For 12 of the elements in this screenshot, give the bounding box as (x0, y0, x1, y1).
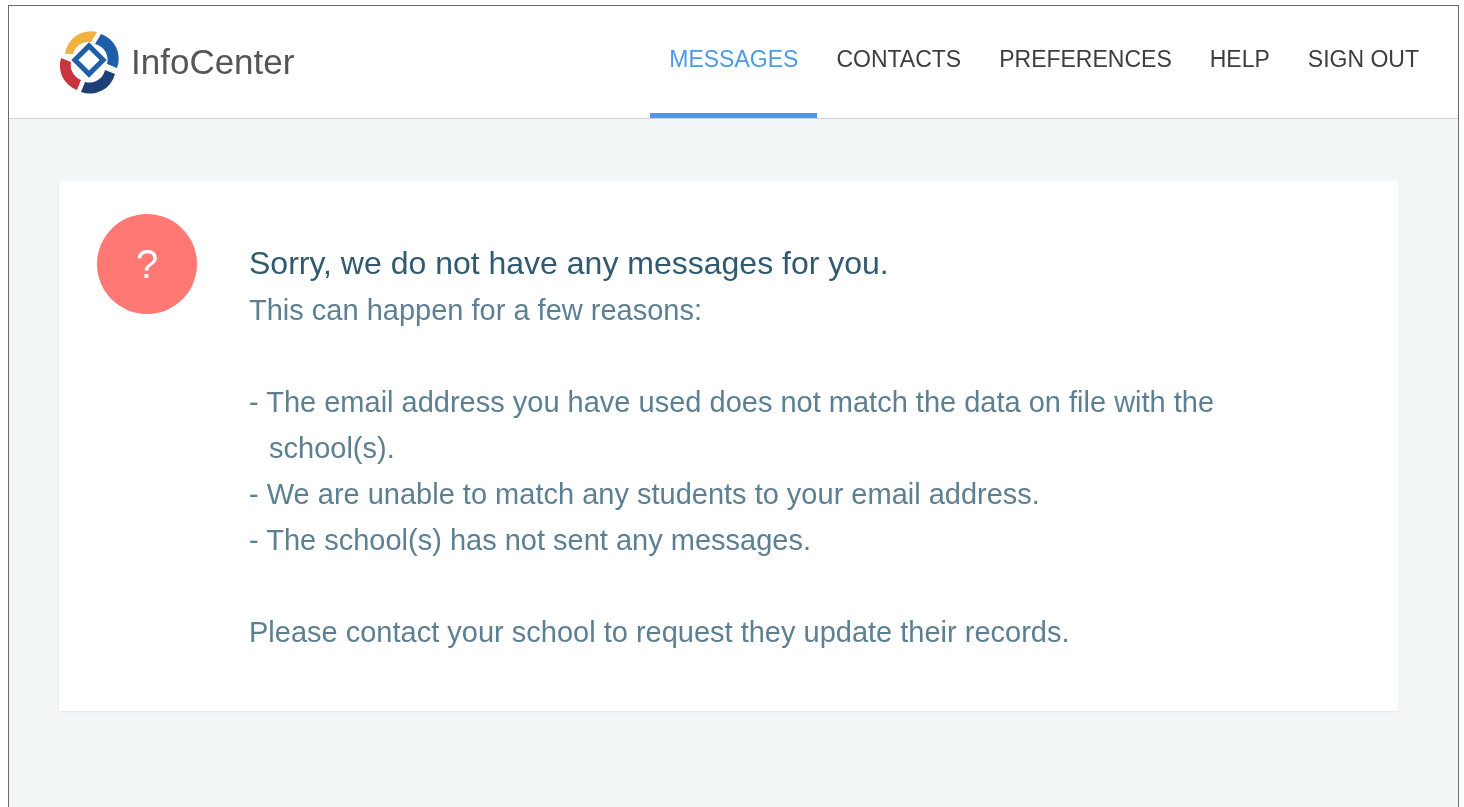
intro-text: This can happen for a few reasons: (249, 293, 703, 328)
closing-text: Please contact your school to request they update their records. (249, 615, 1071, 650)
nav-tab[interactable]: PREFERENCES (980, 6, 1191, 118)
reason-item: - The school(s) has not sent any messages. (249, 523, 813, 558)
notice-title: Sorry, we do not have any messages for you. (249, 244, 890, 283)
nav-tab[interactable]: HELP (1190, 6, 1289, 118)
nav-tab[interactable]: SIGN OUT (1288, 6, 1438, 118)
question-icon: ? (97, 214, 197, 314)
nav-tab[interactable]: CONTACTS (817, 6, 981, 118)
reason-item: - We are unable to match any students to your email address. (249, 477, 1041, 512)
reason-item: - The email address you have used does not match the data on file with the school(s). (249, 385, 1216, 466)
brand-name: InfoCenter (131, 42, 295, 82)
